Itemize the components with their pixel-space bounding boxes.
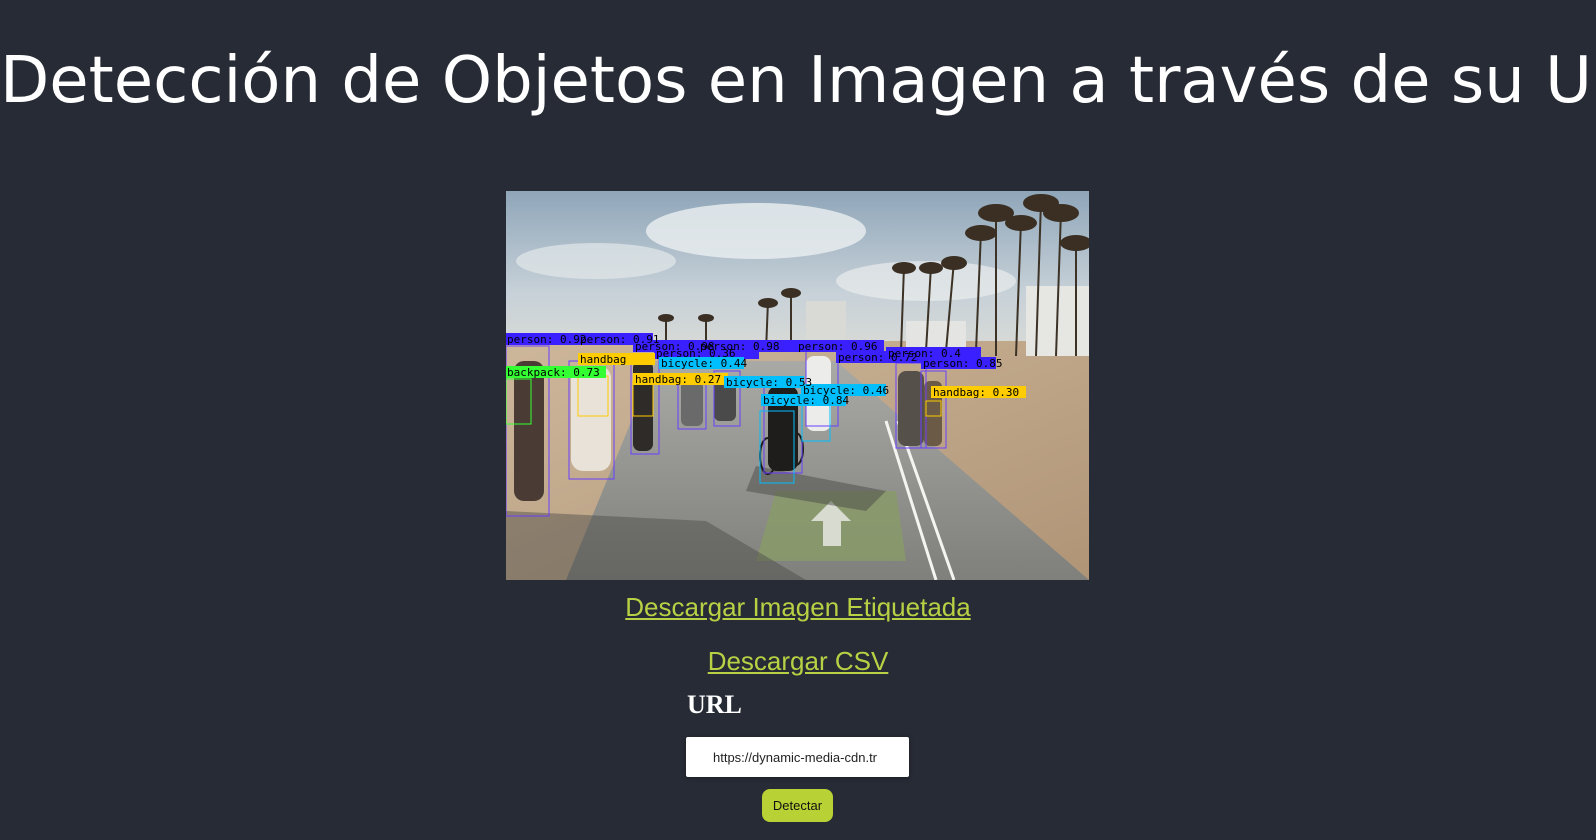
det-label-14: bicycle: 0.53: [726, 376, 812, 389]
page-title: Detección de Objetos en Imagen a través …: [0, 44, 1596, 118]
cloud: [646, 203, 866, 259]
page: Detección de Objetos en Imagen a través …: [0, 0, 1596, 840]
det-label-8: person: 0.85: [923, 357, 1002, 370]
detect-button[interactable]: Detectar: [762, 789, 833, 822]
det-label-11: handbag: 0.30: [933, 386, 1019, 399]
download-csv-link[interactable]: Descargar CSV: [0, 646, 1596, 677]
det-label-16: bicycle: 0.84: [763, 394, 849, 407]
download-labeled-image-link[interactable]: Descargar Imagen Etiquetada: [0, 592, 1596, 623]
det-label-0: person: 0.92: [507, 333, 586, 346]
det-label-10: handbag: 0.27: [635, 373, 721, 386]
det-label-12: backpack: 0.73: [507, 366, 600, 379]
annotated-photo: person: 0.92 person: 0.91 person: 0.98 p…: [506, 191, 1089, 580]
det-label-9: handbag: [580, 353, 626, 366]
det-label-13: bicycle: 0.44: [661, 357, 747, 370]
url-label: URL: [687, 690, 742, 719]
labeled-result-image: person: 0.92 person: 0.91 person: 0.98 p…: [506, 191, 1089, 580]
cloud: [516, 243, 676, 279]
url-input[interactable]: [686, 737, 909, 777]
